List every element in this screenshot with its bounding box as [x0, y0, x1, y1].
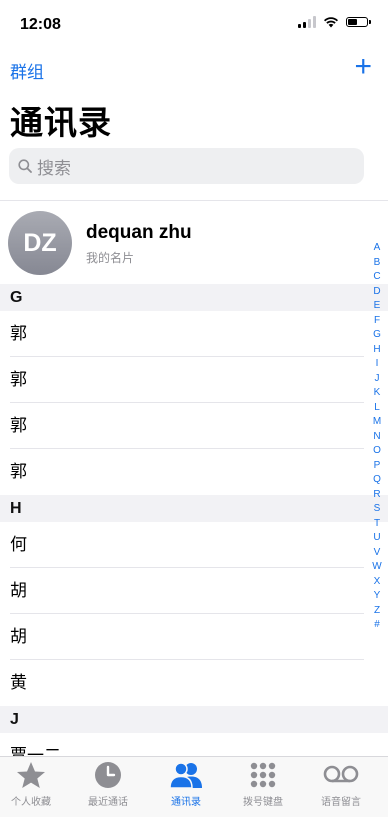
index-letter[interactable]: C	[373, 270, 380, 285]
status-time: 12:08	[20, 16, 61, 33]
groups-link[interactable]: 群组	[10, 58, 44, 83]
index-letter[interactable]: O	[373, 444, 381, 459]
battery-icon	[346, 17, 371, 27]
index-letter[interactable]: G	[373, 328, 381, 343]
index-letter[interactable]: V	[374, 546, 381, 561]
index-letter[interactable]: S	[374, 502, 381, 517]
status-bar: 12:08	[0, 0, 388, 44]
contact-row[interactable]: 胡	[0, 568, 388, 614]
status-icons	[298, 16, 371, 28]
contacts-icon	[169, 762, 202, 789]
search-placeholder: 搜索	[37, 158, 71, 178]
index-letter[interactable]: K	[374, 386, 381, 401]
tab-favorites[interactable]: 个人收藏	[0, 761, 66, 808]
index-letter[interactable]: J	[375, 372, 380, 387]
contact-row[interactable]: 郭	[0, 311, 388, 357]
search-input[interactable]: 搜索	[9, 148, 364, 184]
index-letter[interactable]: N	[373, 430, 380, 445]
contact-row[interactable]: 贾一二	[0, 733, 388, 756]
contact-row[interactable]: 胡	[0, 614, 388, 660]
my-card-name: dequan zhu	[86, 222, 192, 243]
my-card-subtitle: 我的名片	[86, 251, 135, 265]
page-title: 通讯录	[10, 104, 112, 141]
index-letter[interactable]: R	[373, 488, 380, 503]
avatar: DZ	[8, 211, 72, 275]
index-letter[interactable]: P	[374, 459, 381, 474]
section-header-j: J	[0, 706, 388, 733]
voicemail-icon	[323, 765, 359, 783]
index-letter[interactable]: H	[373, 343, 380, 358]
index-letter[interactable]: B	[374, 256, 381, 271]
index-letter[interactable]: E	[374, 299, 381, 314]
tab-recents[interactable]: 最近通话	[73, 761, 143, 808]
wifi-icon	[324, 17, 338, 28]
index-letter[interactable]: Y	[374, 589, 381, 604]
tab-contacts[interactable]: 通讯录	[151, 761, 221, 808]
tab-keypad[interactable]: 拨号键盘	[228, 761, 298, 808]
contact-row[interactable]: 郭	[0, 403, 388, 449]
signal-icon	[298, 16, 316, 28]
divider	[0, 200, 388, 201]
add-contact-button[interactable]: +	[354, 52, 372, 82]
index-letter[interactable]: Q	[373, 473, 381, 488]
search-icon	[18, 159, 32, 173]
contact-row[interactable]: 黄	[0, 660, 388, 706]
section-header-h: H	[0, 495, 388, 522]
index-letter[interactable]: W	[372, 560, 381, 575]
section-header-g: G	[0, 284, 388, 311]
tab-bar: 个人收藏 最近通话 通讯录 拨号键盘 语音留言	[0, 756, 388, 817]
index-letter[interactable]: U	[373, 531, 380, 546]
index-letter[interactable]: L	[374, 401, 380, 416]
index-letter[interactable]: Z	[374, 604, 380, 619]
keypad-icon	[250, 762, 276, 788]
alphabet-index[interactable]: A B C D E F G H I J K L M N O P Q R S T U V W X Y Z #	[370, 241, 384, 633]
index-letter[interactable]: I	[376, 357, 379, 372]
index-letter[interactable]: T	[374, 517, 380, 532]
contact-row[interactable]: 郭	[0, 357, 388, 403]
my-card[interactable]: DZ dequan zhu 我的名片	[0, 205, 388, 281]
index-letter[interactable]: F	[374, 314, 380, 329]
contact-row[interactable]: 郭	[0, 449, 388, 495]
index-letter[interactable]: A	[374, 241, 381, 256]
clock-icon	[95, 762, 121, 788]
index-letter[interactable]: #	[374, 618, 380, 633]
index-letter[interactable]: M	[373, 415, 381, 430]
contact-row[interactable]: 何	[0, 522, 388, 568]
index-letter[interactable]: D	[373, 285, 380, 300]
tab-voicemail[interactable]: 语音留言	[306, 761, 376, 808]
contact-list[interactable]: G 郭郭郭郭 H 何胡胡黄 J 贾一二	[0, 284, 388, 756]
index-letter[interactable]: X	[374, 575, 381, 590]
star-icon	[17, 762, 45, 788]
